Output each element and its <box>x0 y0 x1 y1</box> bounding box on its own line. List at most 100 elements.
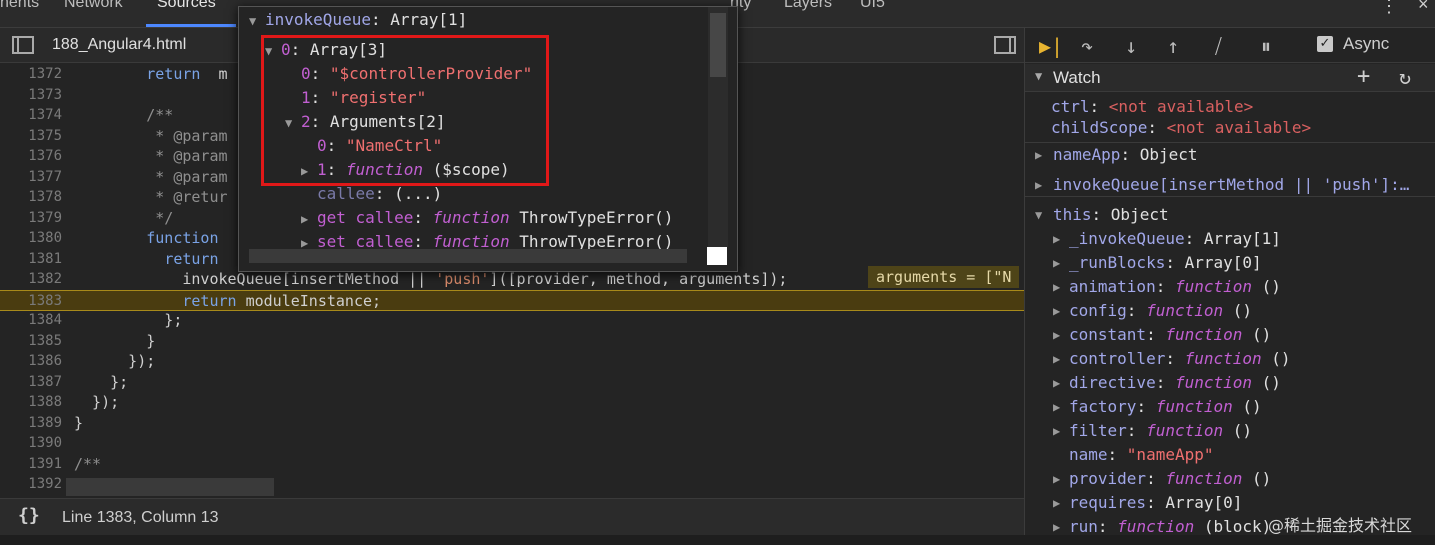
code-text: } <box>74 413 83 434</box>
watch-row[interactable]: ▶ filter: function () <box>1025 420 1435 442</box>
tab-network[interactable]: Network <box>64 0 123 12</box>
tree-token: : <box>413 208 433 227</box>
watch-row[interactable]: ▶ provider: function () <box>1025 468 1435 490</box>
scrollbar-thumb[interactable] <box>710 13 726 77</box>
pause-on-exceptions-icon[interactable]: ⏸ <box>1261 34 1271 58</box>
code-line-current[interactable]: 1383 return moduleInstance; <box>0 289 1024 311</box>
watch-row[interactable]: ▼ this: Object <box>1025 204 1435 226</box>
async-checkbox[interactable]: ✓ <box>1317 36 1333 52</box>
line-number: 1387 <box>28 373 62 390</box>
navigator-toggle-icon[interactable] <box>12 36 34 54</box>
watch-row[interactable]: ▶ _invokeQueue: Array[1] <box>1025 228 1435 250</box>
watch-row[interactable]: ▶ factory: function () <box>1025 396 1435 418</box>
line-number: 1377 <box>28 168 62 185</box>
watch-token: : <box>1126 301 1147 320</box>
watch-expression: _invokeQueue: Array[1] <box>1069 228 1281 250</box>
watch-token: : <box>1155 277 1175 296</box>
code-line[interactable]: 1385 } <box>0 331 1024 352</box>
deactivate-breakpoints-icon[interactable]: ⧸ <box>1215 34 1222 58</box>
watch-section-header[interactable]: ▼ Watch + ↻ <box>1025 64 1435 92</box>
code-text: function <box>74 228 218 249</box>
watch-row[interactable]: ctrl: <not available> <box>1025 96 1435 118</box>
close-icon[interactable]: × <box>1418 0 1429 15</box>
object-preview-popover[interactable]: ▼ invokeQueue: Array[1] ▼ 0: Array[3] 0: "$c… <box>238 6 738 272</box>
code-token: * @param <box>74 147 228 165</box>
tab-elements[interactable]: nents <box>0 0 39 12</box>
step-over-icon[interactable]: ↷ <box>1081 34 1093 58</box>
code-line[interactable]: 1387 }; <box>0 372 1024 393</box>
more-options-icon[interactable]: ⋮ <box>1380 0 1398 17</box>
watch-row[interactable]: ▶ invokeQueue[insertMethod || 'push']:… <box>1025 174 1435 196</box>
file-tab-angular4[interactable]: 188_Angular4.html <box>52 36 186 54</box>
watch-token: controller <box>1069 349 1166 368</box>
code-line[interactable]: 1390 <box>0 433 1024 454</box>
watermark-text: @稀土掘金技术社区 <box>1268 516 1413 535</box>
add-watch-icon[interactable]: + <box>1357 64 1370 89</box>
watch-row[interactable]: ▶ constant: function () <box>1025 324 1435 346</box>
code-text: invokeQueue[insertMethod || 'push']([pro… <box>74 269 787 290</box>
watch-token: () <box>1252 277 1281 296</box>
watch-row[interactable]: ▶ animation: function () <box>1025 276 1435 298</box>
watch-token: <not available> <box>1108 97 1254 116</box>
async-label: Async <box>1343 34 1390 53</box>
tab-layers[interactable]: Layers <box>784 0 832 12</box>
expand-arrow-icon: ▶ <box>1053 472 1061 486</box>
watch-token: : Array[0] <box>1146 493 1243 512</box>
watch-row[interactable]: childScope: <not available> <box>1025 117 1435 139</box>
code-text: } <box>74 331 155 352</box>
watch-token: function <box>1117 517 1195 536</box>
step-out-icon[interactable]: ↑ <box>1167 34 1179 58</box>
refresh-icon[interactable]: ↻ <box>1399 65 1411 89</box>
code-line[interactable]: 1384 }; <box>0 310 1024 331</box>
code-line[interactable]: 1386 }); <box>0 351 1024 372</box>
watch-token: this <box>1053 205 1092 224</box>
watch-token: directive <box>1069 373 1156 392</box>
watch-expression: name: "nameApp" <box>1069 444 1214 466</box>
watch-row[interactable]: ▶ directive: function () <box>1025 372 1435 394</box>
editor-horizontal-scrollbar[interactable] <box>66 478 274 496</box>
step-into-icon[interactable]: ↓ <box>1125 34 1137 58</box>
line-number: 1373 <box>28 86 62 103</box>
watch-row[interactable]: ▶ _runBlocks: Array[0] <box>1025 252 1435 274</box>
tree-token: ThrowTypeError() <box>509 208 674 227</box>
pretty-print-button[interactable]: {} <box>18 505 40 526</box>
code-line[interactable]: 1388 }); <box>0 392 1024 413</box>
tab-sources[interactable]: Sources <box>157 0 216 12</box>
tree-token: function <box>432 208 510 227</box>
code-token: return <box>164 249 219 268</box>
code-token: */ <box>74 208 174 227</box>
popover-horizontal-scrollbar[interactable] <box>249 249 687 263</box>
watch-row[interactable]: name: "nameApp" <box>1025 444 1435 466</box>
code-token: return <box>146 65 201 83</box>
watch-token: () <box>1242 469 1272 488</box>
expand-arrow-icon: ▶ <box>1053 520 1061 534</box>
watch-row[interactable]: ▶ nameApp: Object <box>1025 144 1435 166</box>
code-token: m <box>200 65 228 83</box>
code-text: }; <box>74 372 128 393</box>
resume-icon[interactable]: ▶| <box>1039 34 1063 58</box>
code-text: * @param <box>74 126 227 147</box>
watch-expression: config: function () <box>1069 300 1252 322</box>
code-line[interactable]: 1389} <box>0 413 1024 434</box>
watch-token: factory <box>1069 397 1137 416</box>
watch-row[interactable]: ▶ config: function () <box>1025 300 1435 322</box>
watch-token: : <box>1136 397 1156 416</box>
debugger-toggle-icon[interactable] <box>994 36 1016 54</box>
code-token: ]([provider, method, arguments]); <box>489 270 788 288</box>
watch-token: : <box>1146 325 1166 344</box>
line-number: 1390 <box>28 435 62 451</box>
line-number: 1384 <box>28 312 62 328</box>
popover-tree-row[interactable]: ▶ get callee: function ThrowTypeError() <box>301 206 673 230</box>
expand-arrow-icon: ▶ <box>301 212 309 226</box>
popover-tree-row[interactable]: ▼ invokeQueue: Array[1] <box>249 8 467 32</box>
code-line[interactable]: 1391 /** <box>0 454 1024 475</box>
watch-expression: provider: function () <box>1069 468 1271 490</box>
watch-row[interactable]: ▶ controller: function () <box>1025 348 1435 370</box>
watch-token: : <box>1126 421 1147 440</box>
expand-arrow-icon: ▶ <box>1053 496 1061 510</box>
watch-row[interactable]: ▶ requires: Array[0] <box>1025 492 1435 514</box>
line-number: 1379 <box>28 209 62 226</box>
tab-ui5[interactable]: UI5 <box>860 0 885 12</box>
code-token: * @param <box>74 167 228 186</box>
